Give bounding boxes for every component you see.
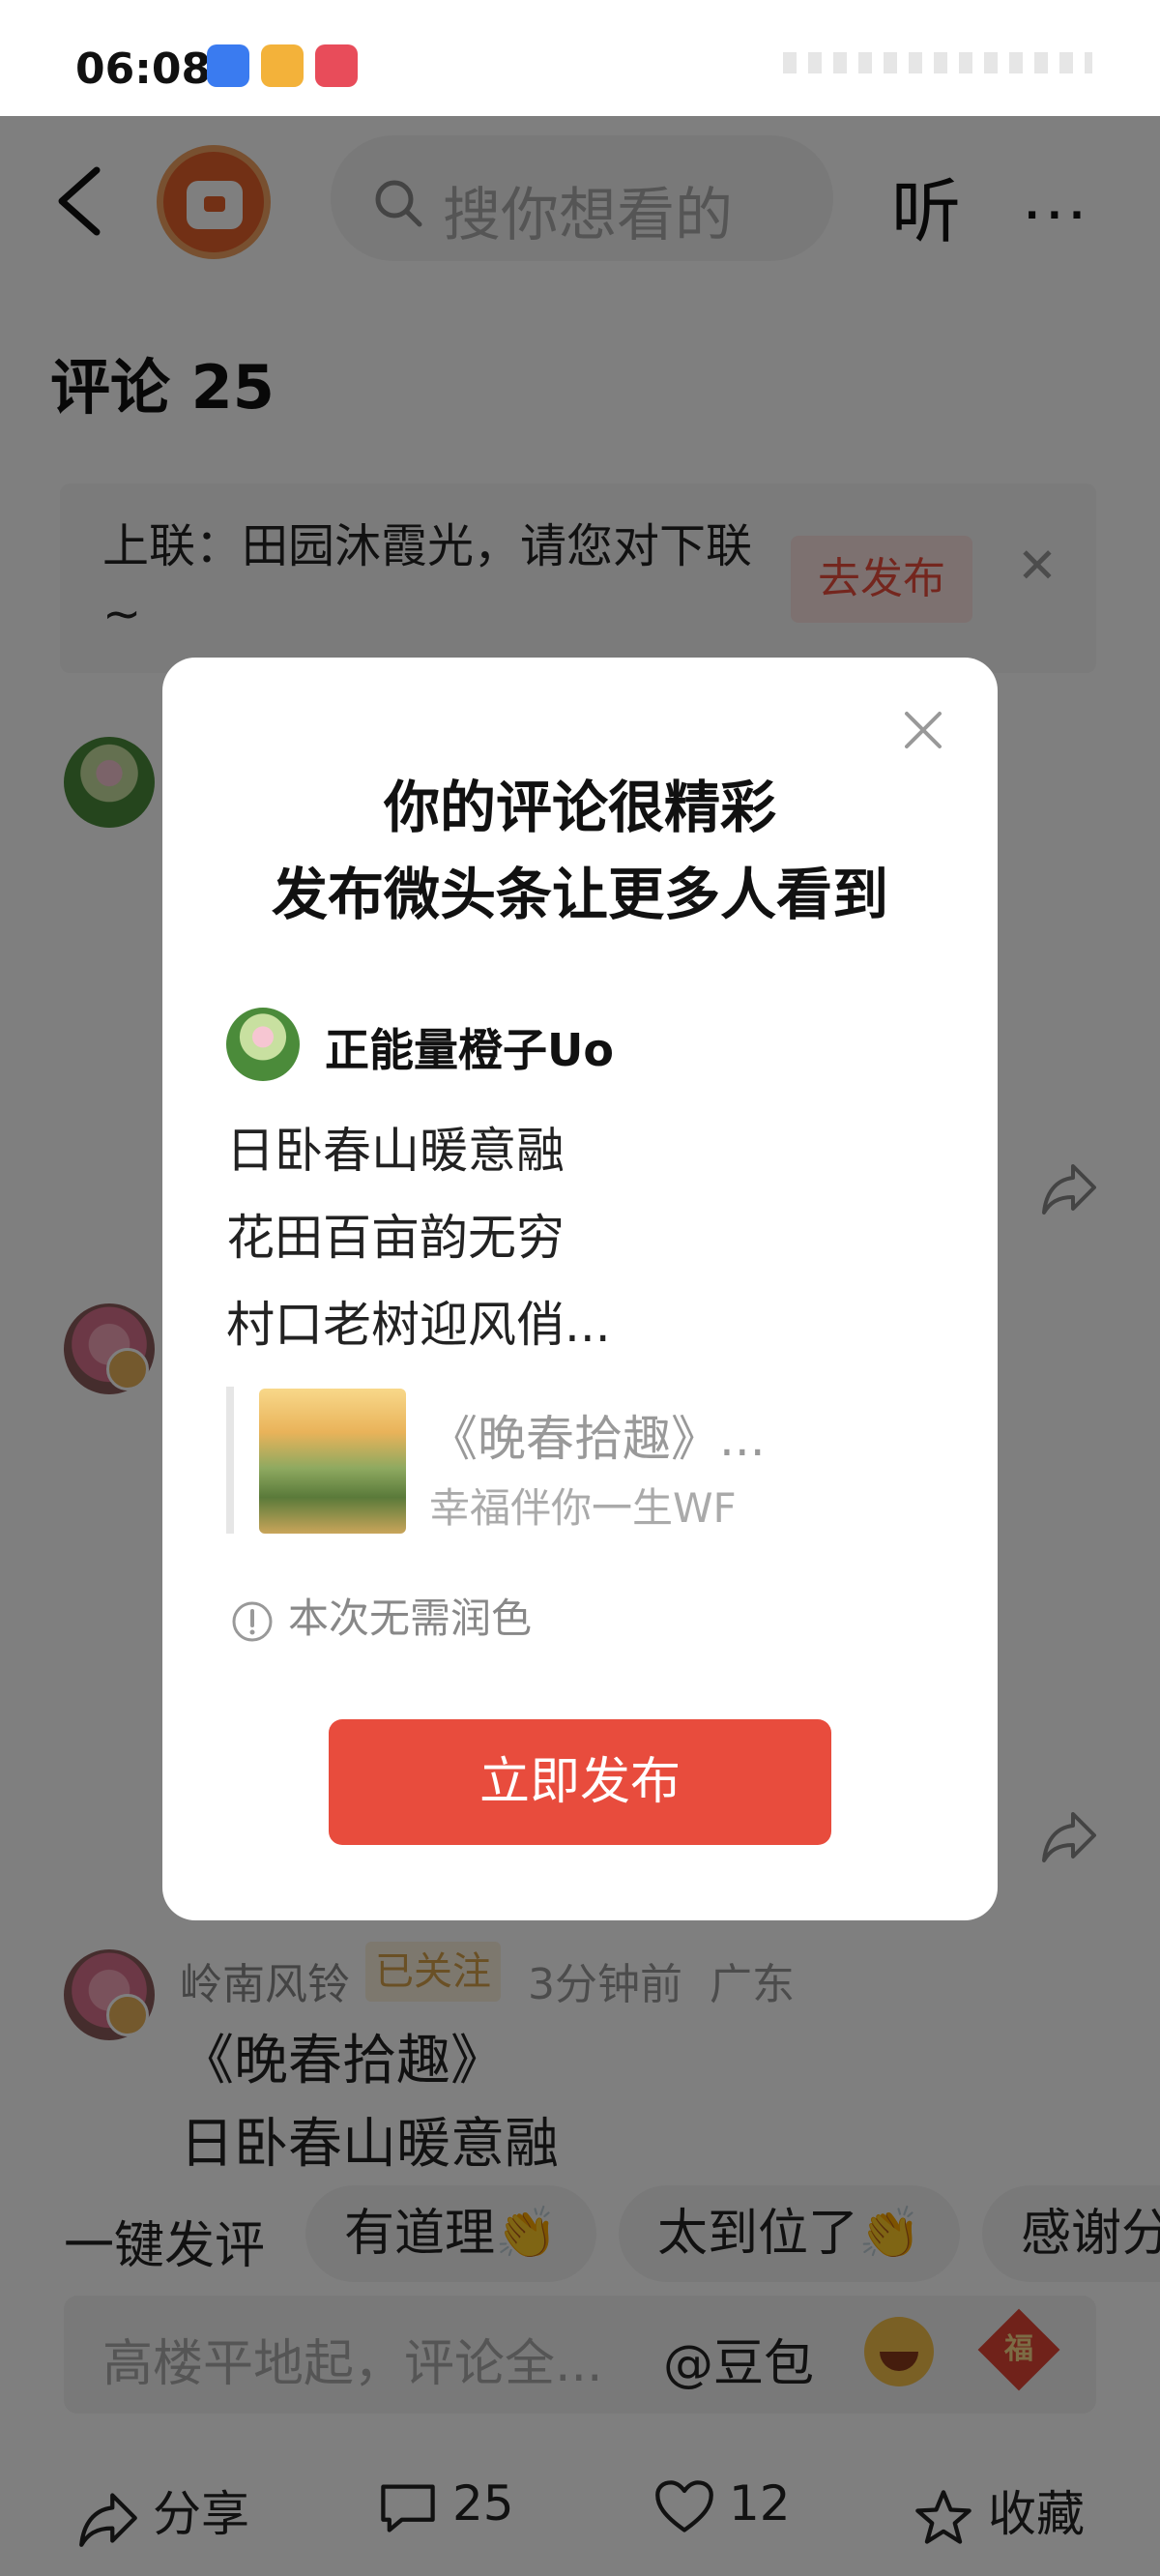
- quoted-article-title: 《晚春拾趣》...: [429, 1411, 766, 1467]
- avatar: [226, 1008, 300, 1081]
- status-bar: 06:08: [0, 0, 1160, 116]
- quoted-article-author: 幸福伴你一生WF: [429, 1484, 737, 1532]
- article-thumbnail: [259, 1389, 406, 1534]
- system-status-icons: [783, 52, 1092, 73]
- app-mascot-icon: [261, 44, 304, 87]
- polish-note: 本次无需润色: [230, 1586, 532, 1645]
- publish-dialog: 你的评论很精彩 发布微头条让更多人看到 正能量橙子Uo 日卧春山暖意融 花田百亩…: [162, 658, 998, 1920]
- dialog-title: 你的评论很精彩 发布微头条让更多人看到: [162, 764, 998, 938]
- app-market-icon: [207, 44, 249, 87]
- dialog-username: 正能量橙子Uo: [325, 1024, 614, 1076]
- publish-now-button[interactable]: 立即发布: [329, 1719, 831, 1845]
- dialog-comment-line: 村口老树迎风俏...: [226, 1297, 611, 1353]
- close-icon[interactable]: [899, 706, 947, 754]
- dialog-title-line: 你的评论很精彩: [383, 775, 776, 840]
- dialog-comment-line: 日卧春山暖意融: [226, 1123, 565, 1179]
- dialog-title-line: 发布微头条让更多人看到: [271, 862, 888, 927]
- quote-bar: [226, 1387, 234, 1534]
- dialog-comment-line: 花田百亩韵无穷: [226, 1210, 565, 1266]
- info-icon: [232, 1601, 273, 1641]
- status-time: 06:08: [75, 44, 212, 94]
- video-app-icon: [315, 44, 358, 87]
- polish-note-text: 本次无需润色: [288, 1595, 533, 1642]
